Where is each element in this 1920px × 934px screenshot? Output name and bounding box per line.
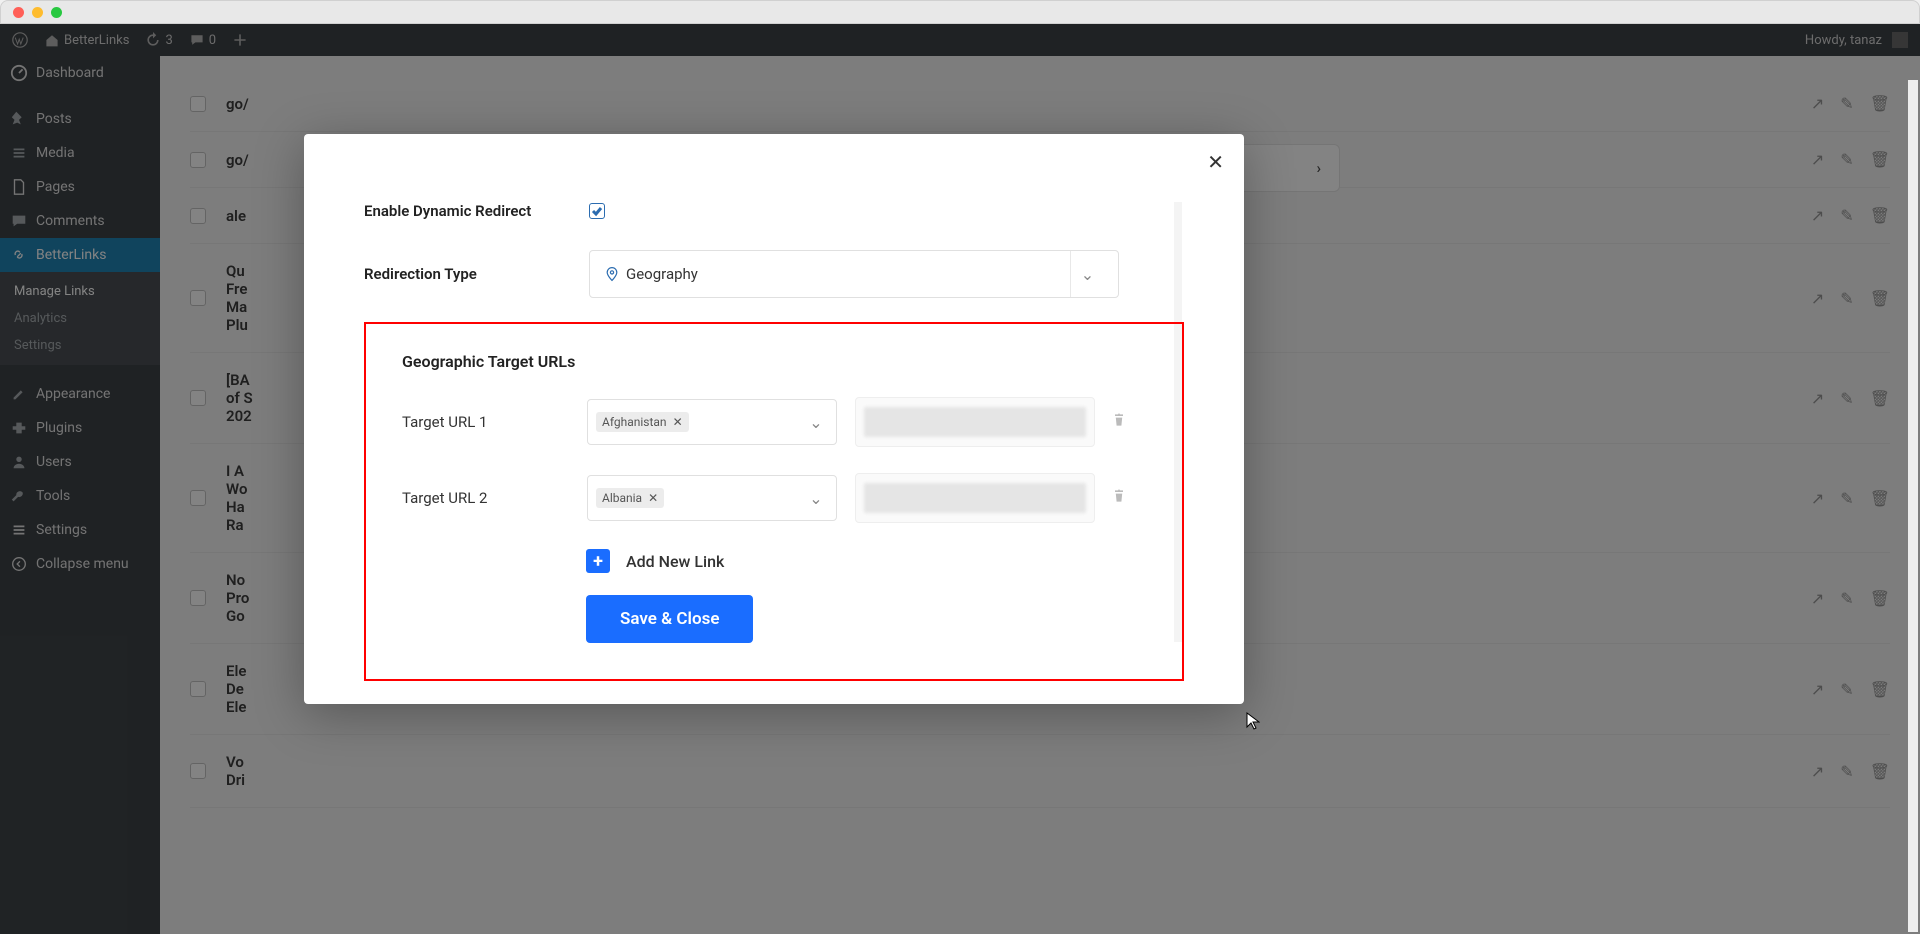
chevron-down-icon: ⌄	[802, 413, 830, 432]
chevron-down-icon: ⌄	[1070, 251, 1104, 297]
redirection-type-select[interactable]: Geography ⌄	[589, 250, 1119, 298]
target-url-row: Target URL 2 Albania✕ ⌄	[402, 473, 1146, 523]
mouse-cursor	[1246, 712, 1260, 734]
mac-titlebar	[0, 0, 1920, 24]
redirection-type-label: Redirection Type	[364, 265, 589, 283]
dynamic-redirect-modal: ✕ Enable Dynamic Redirect Redirection Ty…	[304, 134, 1244, 704]
country-select[interactable]: Afghanistan✕ ⌄	[587, 399, 837, 445]
modal-close-button[interactable]: ✕	[1207, 150, 1224, 174]
redirection-type-value: Geography	[626, 265, 698, 283]
chevron-down-icon: ⌄	[802, 489, 830, 508]
country-select[interactable]: Albania✕ ⌄	[587, 475, 837, 521]
mac-min-dot[interactable]	[32, 7, 43, 18]
plus-icon: +	[586, 549, 610, 573]
target-url-input[interactable]	[855, 397, 1095, 447]
remove-tag-icon[interactable]: ✕	[648, 491, 658, 505]
mac-close-dot[interactable]	[13, 7, 24, 18]
target-url-input[interactable]	[855, 473, 1095, 523]
mac-max-dot[interactable]	[51, 7, 62, 18]
geo-targets-highlight: Geographic Target URLs Target URL 1Afgha…	[364, 322, 1184, 681]
page-scrollbar[interactable]	[1908, 80, 1918, 932]
add-new-link-label: Add New Link	[626, 552, 724, 571]
check-icon	[591, 205, 603, 217]
target-url-row: Target URL 1 Afghanistan✕ ⌄	[402, 397, 1146, 447]
enable-redirect-label: Enable Dynamic Redirect	[364, 202, 589, 220]
geo-targets-title: Geographic Target URLs	[402, 352, 1146, 371]
target-url-label: Target URL 1	[402, 413, 587, 431]
remove-tag-icon[interactable]: ✕	[673, 415, 683, 429]
target-url-label: Target URL 2	[402, 489, 587, 507]
enable-redirect-checkbox[interactable]	[589, 203, 605, 219]
country-tag: Albania✕	[596, 488, 664, 508]
save-close-button[interactable]: Save & Close	[586, 595, 753, 643]
add-new-link-button[interactable]: + Add New Link	[586, 549, 1146, 573]
pin-location-icon	[604, 266, 620, 282]
country-tag: Afghanistan✕	[596, 412, 689, 432]
delete-target-button[interactable]	[1111, 488, 1127, 508]
delete-target-button[interactable]	[1111, 412, 1127, 432]
